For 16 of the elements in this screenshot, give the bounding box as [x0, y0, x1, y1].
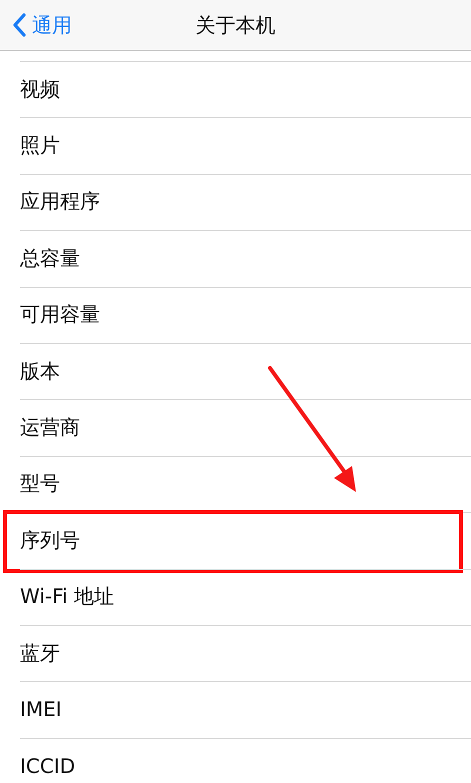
settings-item[interactable]: 序列号 [20, 526, 80, 554]
settings-item[interactable]: 可用容量 [20, 301, 100, 328]
settings-item[interactable]: 照片 [20, 132, 60, 160]
back-button[interactable]: 通用 [12, 12, 72, 38]
settings-item[interactable]: ICCID [20, 754, 76, 778]
settings-item[interactable]: 总容量 [20, 244, 80, 272]
settings-item[interactable]: 视频 [20, 76, 60, 103]
settings-item[interactable]: IMEI [20, 697, 62, 722]
settings-item[interactable]: 应用程序 [20, 188, 100, 216]
settings-item[interactable]: 版本 [20, 358, 60, 385]
page-title: 关于本机 [196, 12, 276, 36]
settings-item[interactable]: 型号 [20, 470, 60, 498]
settings-item[interactable]: 蓝牙 [20, 640, 60, 667]
chevron-left-icon [12, 13, 26, 37]
settings-item[interactable]: Wi-Fi 地址 [20, 583, 114, 610]
settings-item[interactable]: 运营商 [20, 414, 80, 442]
